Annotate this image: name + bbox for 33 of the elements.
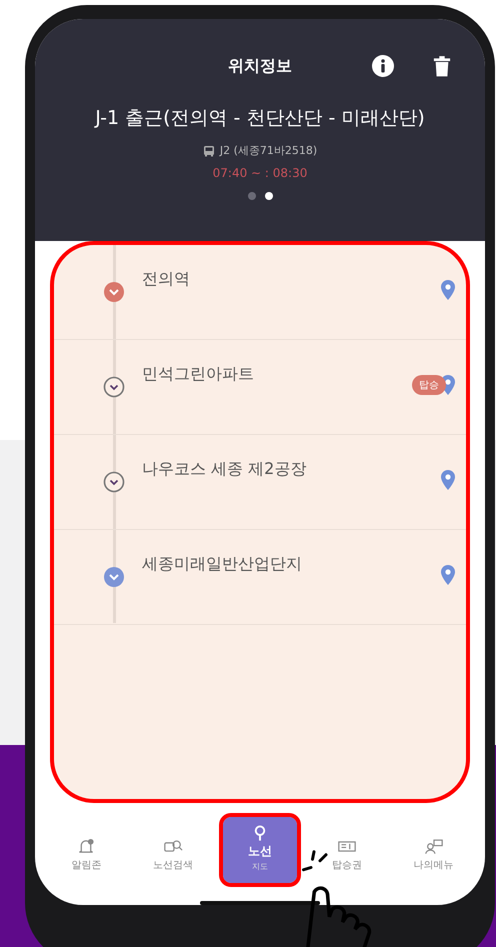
nav-tab[interactable]: 탑승권	[310, 830, 384, 880]
nav-tab[interactable]: 알림존	[49, 830, 124, 880]
bus-number: J2 (세종71바2518)	[220, 143, 318, 158]
screen-title: 위치정보	[228, 56, 292, 76]
stop-name: 나우코스 세종 제2공장	[142, 458, 306, 480]
time-range: 07:40 ~ : 08:30	[212, 166, 308, 180]
page-dot[interactable]	[264, 192, 272, 200]
user-chat-icon	[424, 838, 444, 855]
stop-chevron-icon	[103, 281, 125, 303]
nav-tab[interactable]: 노선 지도	[222, 817, 297, 883]
page-dot[interactable]	[248, 192, 256, 200]
nav-tab[interactable]: 나의메뉴	[396, 830, 471, 880]
stop-row[interactable]: 민석그린아파트 탑승	[54, 340, 466, 435]
bell-icon	[76, 838, 96, 855]
stop-row[interactable]: 전의역	[54, 245, 466, 340]
map-pin-icon[interactable]	[440, 374, 456, 396]
stop-chevron-icon	[103, 376, 125, 398]
map-pin-icon[interactable]	[440, 564, 456, 586]
stop-name: 민석그린아파트	[142, 363, 254, 385]
nav-tab[interactable]: 노선검색	[136, 830, 210, 880]
info-icon[interactable]	[371, 54, 395, 78]
bus-icon	[202, 144, 215, 156]
stop-row[interactable]: 세종미래일반산업단지	[54, 530, 466, 625]
stop-chevron-icon	[103, 471, 125, 493]
map-pin-icon[interactable]	[440, 279, 456, 301]
stop-row[interactable]: 나우코스 세종 제2공장	[54, 435, 466, 530]
map-pin-icon[interactable]	[440, 469, 456, 491]
stop-name: 세종미래일반산업단지	[142, 553, 302, 575]
trash-icon[interactable]	[433, 54, 451, 78]
boarding-badge: 탑승	[412, 375, 446, 395]
stop-chevron-icon	[103, 566, 125, 588]
stop-name: 전의역	[142, 268, 190, 290]
route-title: J-1 출근(전의역 - 천단산단 - 미래산단)	[95, 106, 425, 131]
